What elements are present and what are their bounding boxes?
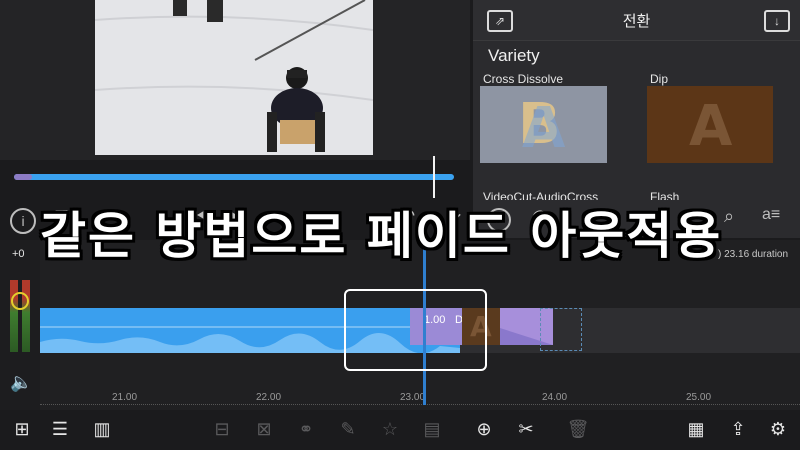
link-icon[interactable]: ⚭ (294, 418, 318, 440)
video-frame (95, 0, 373, 155)
volume-knob-icon[interactable] (11, 292, 29, 310)
preview-playhead[interactable] (433, 156, 435, 198)
transition-thumb-cross-dissolve[interactable]: B A (480, 86, 607, 163)
scissors-icon[interactable]: ✂ (514, 418, 538, 440)
thumb-letter-overlay: A (522, 96, 566, 161)
ruler-tick: 23.00 (400, 392, 426, 403)
trash-icon[interactable]: 🗑 (566, 418, 590, 440)
ruler-tick: 24.00 (542, 392, 568, 403)
gear-icon[interactable]: ⚙ (766, 418, 790, 440)
time-ruler[interactable]: 21.00 22.00 23.00 24.00 25.00 (40, 392, 800, 406)
audio-meter-left (10, 280, 18, 352)
download-icon[interactable]: ↓ (764, 10, 790, 32)
preview-scrubber-start (14, 174, 32, 180)
ruler-tick: 22.00 (256, 392, 282, 403)
favorite-icon[interactable]: ☆ (378, 418, 402, 440)
info-icon[interactable]: i (10, 208, 36, 234)
preview-scrubber-fill (14, 174, 454, 180)
share-icon[interactable]: ⇪ (726, 418, 750, 440)
highlight-box (344, 289, 487, 371)
ruler-baseline (40, 404, 800, 406)
thumb-letter: A (689, 94, 733, 159)
transition-thumb-dip[interactable]: A (647, 86, 773, 163)
clipboard-icon[interactable]: ▤ (420, 418, 444, 440)
ruler-tick: 21.00 (112, 392, 138, 403)
clip-placeholder (540, 308, 582, 351)
list-icon[interactable]: ☰ (48, 418, 72, 440)
ruler-tick: 25.00 (686, 392, 712, 403)
transition-label-dip: Dip (650, 72, 669, 86)
pencil-icon[interactable]: ✎ (336, 418, 360, 440)
add-icon[interactable]: ⊕ (472, 418, 496, 440)
volume-level: +0 (12, 248, 25, 260)
overlay-caption: 같은 방법으로 페이드 아웃적용 (40, 207, 723, 265)
speaker-icon[interactable]: 🔈 (10, 372, 32, 393)
category-title: Variety (488, 46, 540, 65)
insert-range-icon[interactable]: ⊠ (252, 418, 276, 440)
panel-title: 전환 (622, 13, 651, 30)
video-content (95, 0, 373, 155)
add-track-icon[interactable]: ⊞ (10, 418, 34, 440)
barcode-icon[interactable]: ▥ (90, 418, 114, 440)
insert-icon[interactable]: ⊟ (210, 418, 234, 440)
audio-meter-right (22, 280, 30, 352)
layout-icon[interactable]: ▦ (684, 418, 708, 440)
transition-label-cross-dissolve: Cross Dissolve (483, 72, 564, 86)
